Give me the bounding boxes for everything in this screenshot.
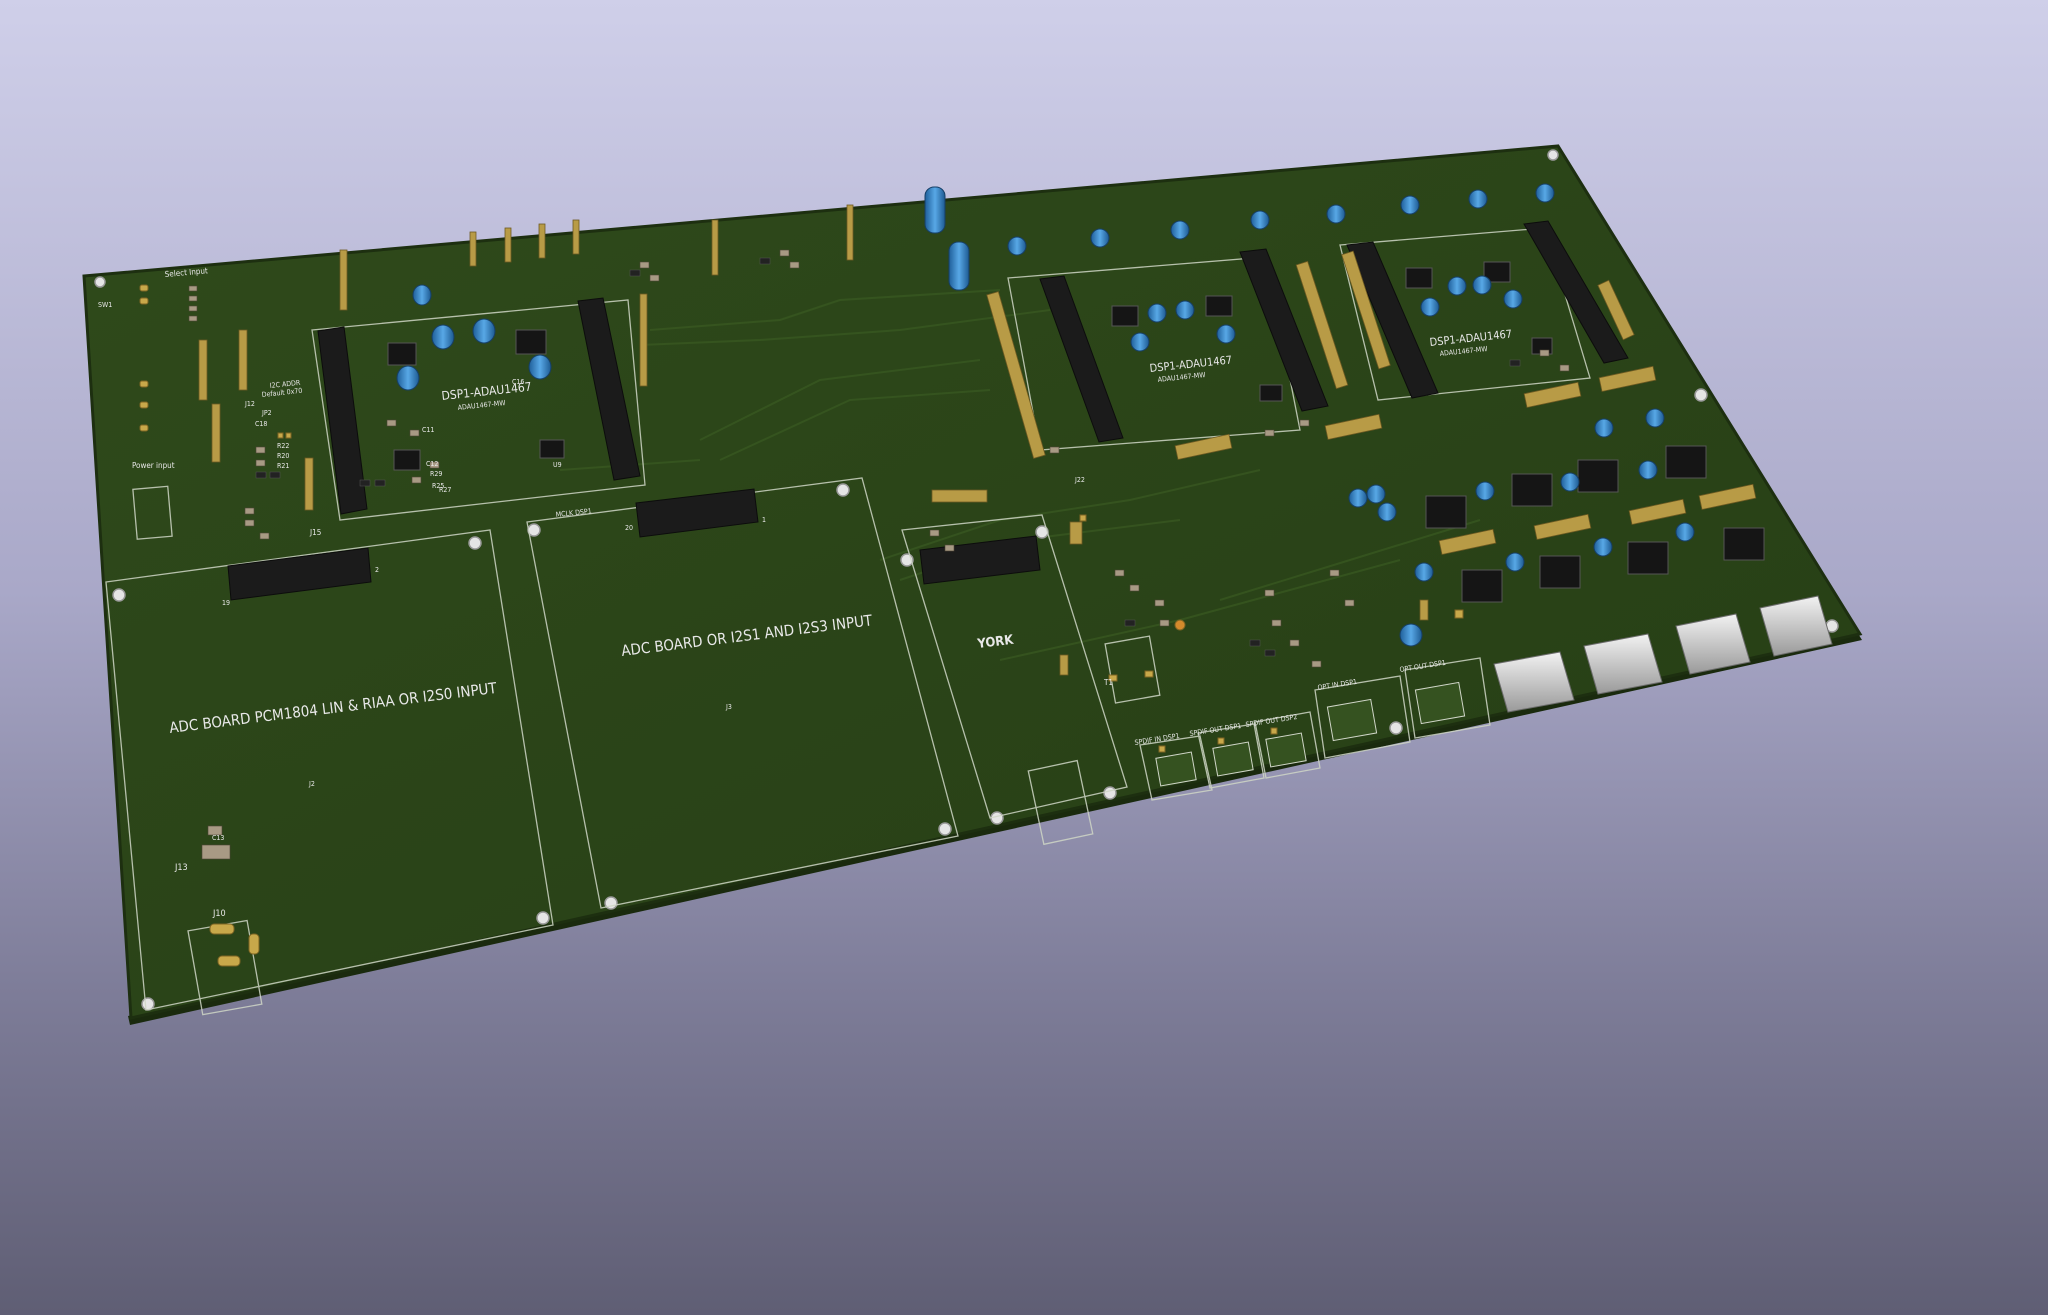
pin-label-1: 1 xyxy=(762,516,766,524)
j13-label: J13 xyxy=(174,863,188,873)
t1-label: T1 xyxy=(1103,678,1113,687)
j12-label: J12 xyxy=(244,400,255,408)
c18-label: C18 xyxy=(255,420,267,428)
j10-label: J10 xyxy=(212,909,226,919)
u9-label: U9 xyxy=(553,461,562,469)
pin-label-2: 2 xyxy=(375,566,379,574)
j15-label: J15 xyxy=(309,528,321,537)
r20-label: R20 xyxy=(277,452,289,460)
c12-label: C12 xyxy=(426,460,438,468)
power-input-label: Power input xyxy=(132,461,175,470)
r27-label: R27 xyxy=(439,486,451,494)
j3-label: J3 xyxy=(725,703,732,711)
r29-label: R29 xyxy=(430,470,442,478)
pin-label-19: 19 xyxy=(222,599,230,607)
c11-label: C11 xyxy=(422,426,434,434)
r21-label: R21 xyxy=(277,462,289,470)
jp2-label: JP2 xyxy=(261,409,272,417)
pin-label-20: 20 xyxy=(625,524,633,532)
sw1-label: SW1 xyxy=(98,301,112,309)
j22-label: J22 xyxy=(1074,476,1085,484)
j2-label: J2 xyxy=(308,780,315,788)
pcb-render: Select Input Power input SW1 I2C ADDR De… xyxy=(82,144,1863,1025)
c13-label: C13 xyxy=(212,834,224,842)
r22-label: R22 xyxy=(277,442,289,450)
